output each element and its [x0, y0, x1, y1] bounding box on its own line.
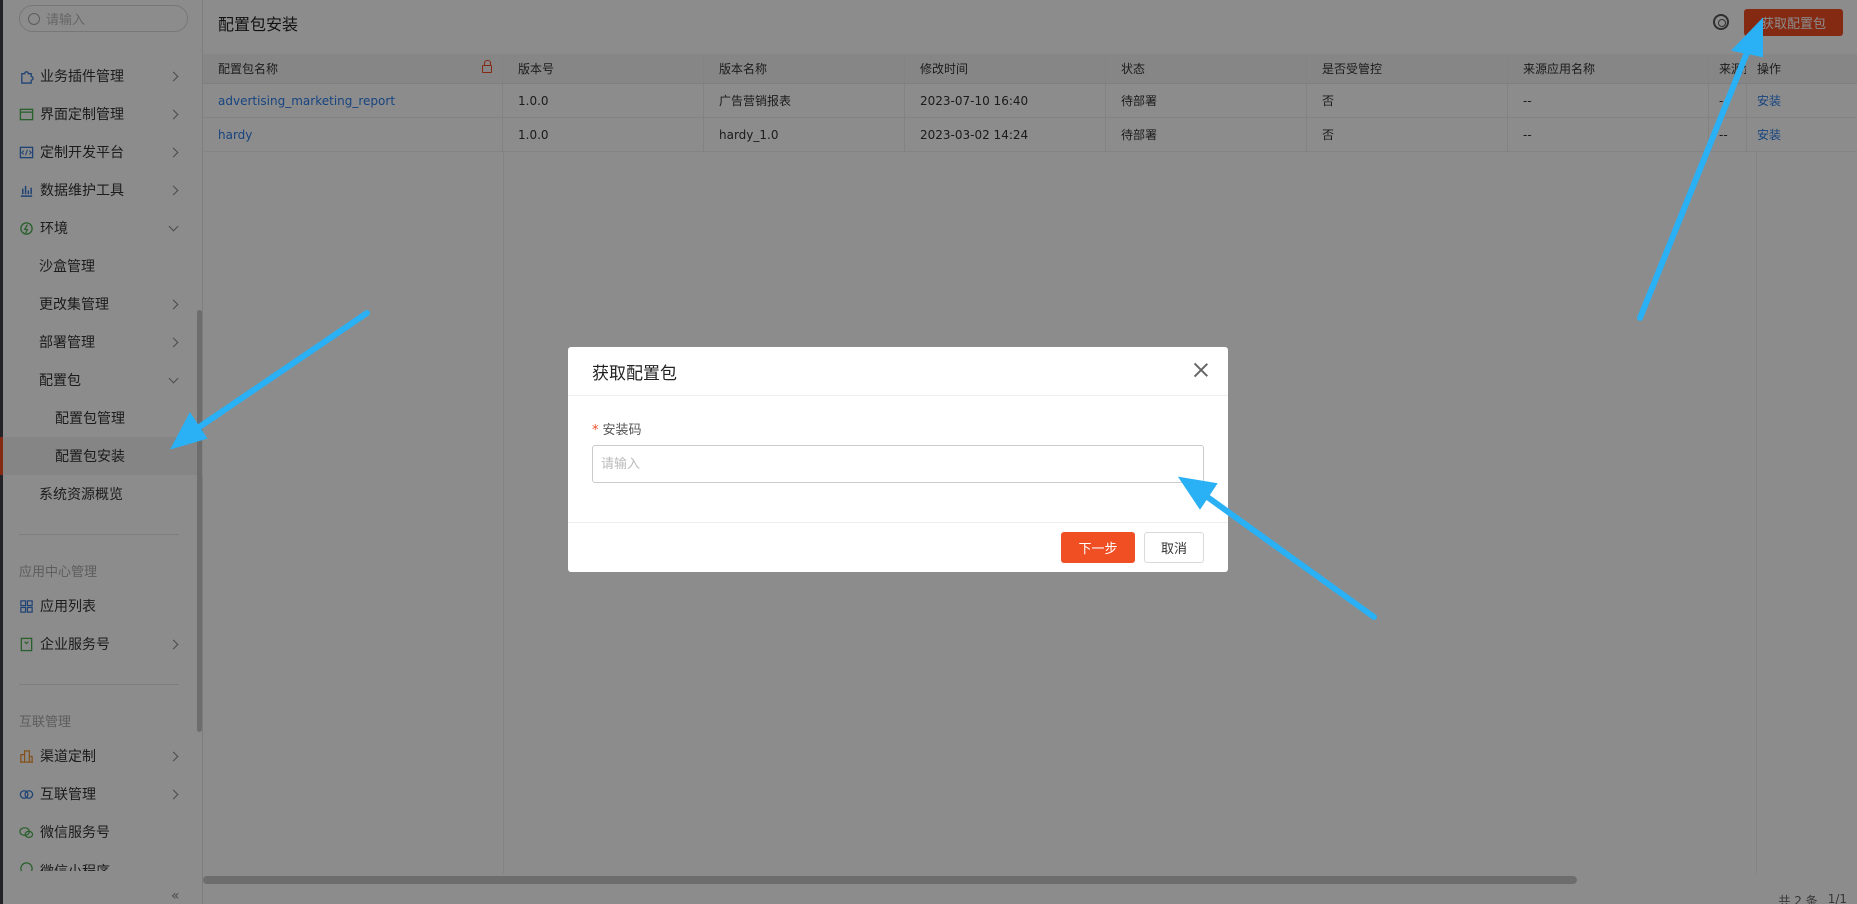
dialog-header: 获取配置包: [568, 347, 1228, 396]
install-code-input[interactable]: [592, 445, 1204, 483]
install-code-label: * 安装码: [592, 423, 642, 438]
dialog-title: 获取配置包: [592, 363, 677, 384]
get-config-package-dialog: 获取配置包 *安装码 下一步 取消: [568, 347, 1228, 572]
cancel-button[interactable]: 取消: [1144, 532, 1204, 563]
dialog-footer-divider: [568, 522, 1228, 523]
required-marker: *: [592, 423, 599, 438]
next-step-button[interactable]: 下一步: [1061, 532, 1135, 563]
close-icon[interactable]: [1192, 361, 1210, 379]
